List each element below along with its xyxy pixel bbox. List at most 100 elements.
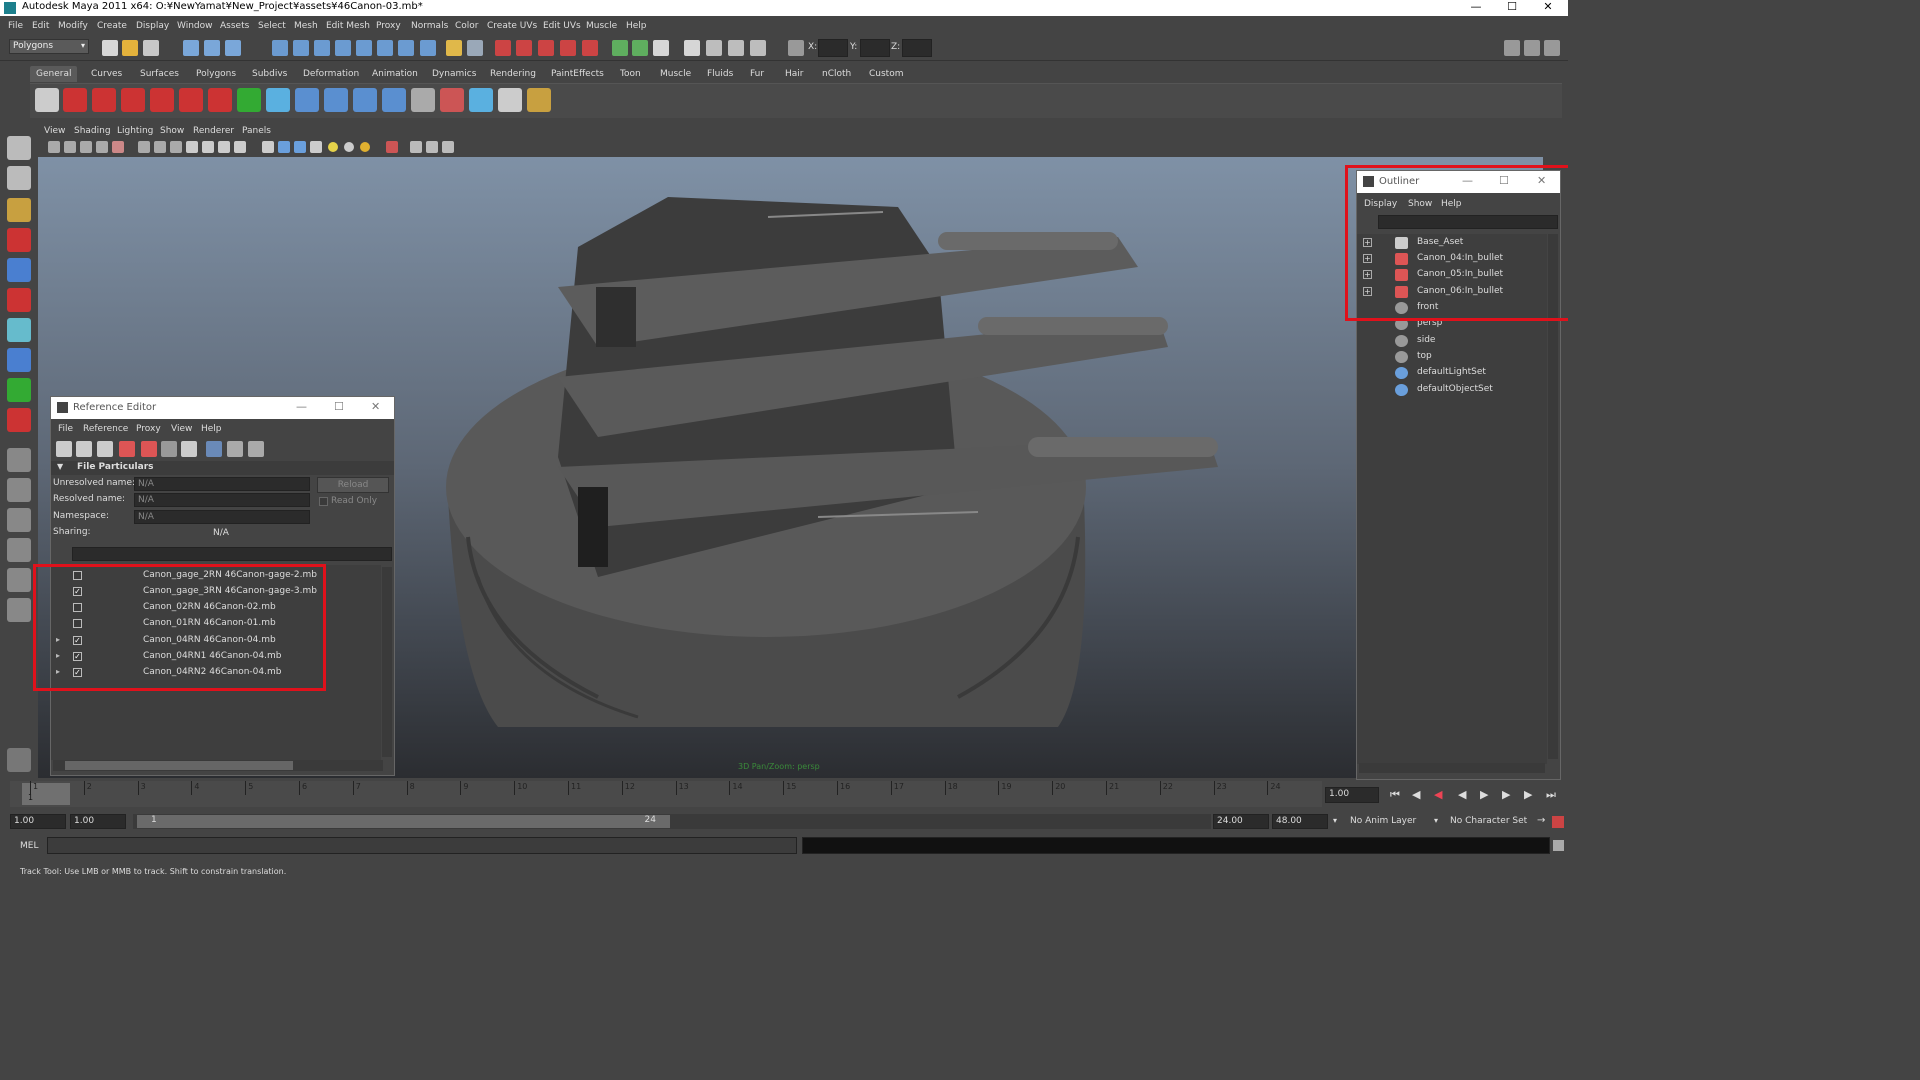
snap-point-icon[interactable] [314, 40, 330, 56]
horizontal-scrollbar[interactable] [53, 760, 383, 771]
show-attribute-editor-icon[interactable] [1504, 40, 1520, 56]
scrollbar-thumb[interactable] [65, 761, 293, 770]
tab-hair[interactable]: Hair [785, 69, 803, 79]
sphere-icon[interactable] [266, 88, 290, 112]
track-tool-icon[interactable] [7, 408, 31, 432]
tree-view-icon[interactable] [227, 441, 243, 457]
history-icon[interactable] [377, 40, 393, 56]
sym-icon[interactable] [538, 40, 554, 56]
end-time-field[interactable]: 48.00 [1276, 816, 1302, 826]
step-forward-key-icon[interactable]: ▶ [1524, 788, 1532, 801]
layout-graph-icon[interactable] [7, 538, 31, 562]
step-forward-frame-icon[interactable]: ▶ [1502, 788, 1510, 801]
new-scene-icon[interactable] [102, 40, 118, 56]
step-back-frame-icon[interactable]: ◀ [1434, 788, 1442, 801]
panel-menu-view[interactable]: View [44, 126, 65, 136]
menu-create[interactable]: Create [97, 21, 127, 31]
numeric-input-icon[interactable] [788, 40, 804, 56]
close-button[interactable]: ✕ [371, 400, 380, 413]
tab-deformation[interactable]: Deformation [303, 69, 359, 79]
unload-reference-icon[interactable] [141, 441, 157, 457]
panel-menu-show[interactable]: Show [160, 126, 184, 136]
default-light-icon[interactable] [278, 141, 290, 153]
unresolved-name-field[interactable]: N/A [138, 479, 154, 489]
chevron-down-icon[interactable]: ▾ [1434, 816, 1438, 825]
read-only-checkbox[interactable] [319, 497, 328, 506]
command-language-label[interactable]: MEL [20, 841, 38, 851]
render-settings-icon[interactable] [684, 40, 700, 56]
menu-create-uvs[interactable]: Create UVs [487, 21, 537, 31]
construction-history-icon[interactable] [398, 40, 414, 56]
brush-icon[interactable] [527, 88, 551, 112]
panel-menu-lighting[interactable]: Lighting [117, 126, 153, 136]
auto-key-icon[interactable] [1552, 816, 1564, 828]
cluster-icon[interactable] [382, 88, 406, 112]
rotate-tool-icon[interactable] [7, 258, 31, 282]
tab-general[interactable]: General [30, 66, 78, 82]
resolution-gate-icon[interactable] [410, 141, 422, 153]
panel-menu-renderer[interactable]: Renderer [193, 126, 234, 136]
tab-subdivs[interactable]: Subdivs [252, 69, 287, 79]
xray-icon[interactable] [202, 141, 214, 153]
range-slider[interactable]: 1 24 [133, 814, 1211, 829]
list-item[interactable]: defaultObjectSet [1357, 382, 1547, 398]
menu-select[interactable]: Select [258, 21, 286, 31]
light-icon[interactable] [440, 88, 464, 112]
hand-icon[interactable] [7, 748, 31, 772]
menu-edit-mesh[interactable]: Edit Mesh [326, 21, 370, 31]
x-field[interactable] [818, 39, 848, 57]
selection-mask-icon[interactable] [467, 40, 483, 56]
range-slider-handle[interactable]: 1 24 [137, 815, 670, 828]
tab-painteffects[interactable]: PaintEffects [551, 69, 604, 79]
ipr-render-icon[interactable] [653, 40, 669, 56]
menu-edit-uvs[interactable]: Edit UVs [543, 21, 581, 31]
image-plane-icon[interactable] [96, 141, 108, 153]
tab-custom[interactable]: Custom [869, 69, 903, 79]
layout-four-icon[interactable] [7, 478, 31, 502]
menu-modify[interactable]: Modify [58, 21, 88, 31]
menu-set-select[interactable]: Polygons [13, 41, 53, 51]
tab-animation[interactable]: Animation [372, 69, 418, 79]
xray-joints-icon[interactable] [218, 141, 230, 153]
namespace-field[interactable]: N/A [138, 512, 154, 522]
tab-rendering[interactable]: Rendering [490, 69, 536, 79]
select-object-icon[interactable] [204, 40, 220, 56]
play-forward-icon[interactable]: ▶ [1480, 788, 1488, 801]
attribute-editor-icon[interactable] [750, 40, 766, 56]
menu-display[interactable]: Display [136, 21, 169, 31]
manipulator-icon[interactable] [7, 318, 31, 342]
panel-menu-shading[interactable]: Shading [74, 126, 111, 136]
bookmark-icon[interactable] [80, 141, 92, 153]
menu-window[interactable]: Window [177, 21, 213, 31]
maximize-button[interactable]: ☐ [1494, 0, 1530, 16]
move-tool-icon[interactable] [7, 228, 31, 252]
tab-surfaces[interactable]: Surfaces [140, 69, 179, 79]
layout-hypershade-icon[interactable] [7, 568, 31, 592]
script-editor-icon[interactable] [1553, 840, 1564, 851]
hypershade-icon[interactable] [706, 40, 722, 56]
z-field[interactable] [902, 39, 932, 57]
replace-reference-icon[interactable] [161, 441, 177, 457]
menu-color[interactable]: Color [455, 21, 479, 31]
all-lights-icon[interactable] [294, 141, 306, 153]
arrow-green-icon[interactable] [237, 88, 261, 112]
field-chart-icon[interactable] [442, 141, 454, 153]
tab-muscle[interactable]: Muscle [660, 69, 691, 79]
start-time-field[interactable]: 1.00 [14, 816, 34, 826]
last-tool-icon[interactable] [7, 378, 31, 402]
render-current-icon[interactable] [632, 40, 648, 56]
select-camera-icon[interactable] [386, 141, 398, 153]
scale-tool-icon[interactable] [7, 288, 31, 312]
list-item[interactable]: top [1357, 349, 1547, 365]
snap-view-plane-icon[interactable] [335, 40, 351, 56]
reference-editor-titlebar[interactable]: Reference Editor — ☐ ✕ [51, 397, 394, 419]
chevron-down-icon[interactable]: ▾ [1333, 816, 1337, 825]
import-objects-icon[interactable] [97, 441, 113, 457]
question-icon[interactable] [63, 88, 87, 112]
time-slider[interactable]: 1 1 2 3 4 5 6 7 8 9 10 11 12 13 14 15 16 17 18 19 20 21 22 23 2… [10, 781, 1322, 807]
horizontal-scrollbar[interactable] [1359, 763, 1545, 773]
reel-red-3-icon[interactable] [150, 88, 174, 112]
menu-assets[interactable]: Assets [220, 21, 249, 31]
anim-layer-select[interactable]: No Anim Layer [1350, 816, 1416, 826]
film-gate-icon[interactable] [112, 141, 124, 153]
